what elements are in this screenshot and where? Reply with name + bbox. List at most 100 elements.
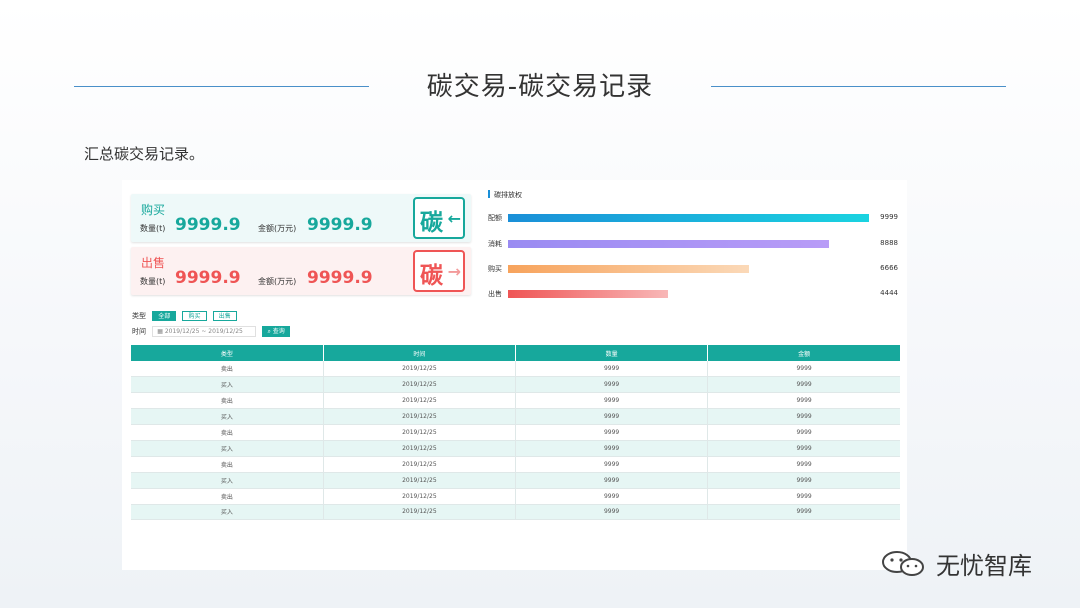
bar-fill (508, 214, 869, 222)
cell-time: 2019/12/25 (323, 424, 517, 441)
watermark: 无忧智库 (880, 546, 1032, 581)
cell-time: 2019/12/25 (323, 392, 517, 410)
cell-quantity: 9999 (515, 361, 709, 378)
bar-row: 购买 6666 (488, 264, 898, 274)
carbon-out-icon: 碳 → (413, 250, 465, 292)
cell-time: 2019/12/25 (323, 488, 517, 505)
bar-fill (508, 265, 749, 273)
cell-quantity: 9999 (515, 440, 709, 457)
table-row[interactable]: 卖出 2019/12/25 9999 9999 (131, 424, 900, 441)
buy-card-title: 购买 (141, 203, 166, 217)
bar-row: 配额 9999 (488, 213, 898, 223)
query-button-label: 查询 (272, 328, 285, 335)
sell-qty-label: 数量(t) (140, 277, 166, 286)
cell-time: 2019/12/25 (323, 440, 517, 457)
cell-type: 买入 (131, 408, 324, 426)
cell-amount: 9999 (707, 408, 900, 426)
cell-time: 2019/12/25 (323, 456, 517, 473)
query-button[interactable]: ⌕ 查询 (262, 326, 290, 337)
buy-qty-value: 9999.9 (175, 215, 241, 235)
cell-type: 买入 (131, 440, 324, 457)
screenshot-panel: 购买 数量(t) 9999.9 金额(万元) 9999.9 碳 ← 出售 数量(… (122, 180, 907, 570)
watermark-text: 无忧智库 (936, 552, 1032, 580)
cell-time: 2019/12/25 (323, 361, 517, 378)
column-header-amount[interactable]: 金额 (707, 345, 900, 361)
bar-value: 4444 (880, 289, 898, 297)
cell-amount: 9999 (707, 392, 900, 410)
buy-amount-value: 9999.9 (307, 215, 373, 235)
cell-quantity: 9999 (515, 504, 709, 521)
type-filter-label: 类型 (132, 312, 146, 320)
bar-label: 出售 (488, 290, 502, 298)
sell-amount-label: 金额(万元) (258, 277, 297, 286)
cell-quantity: 9999 (515, 392, 709, 410)
page-subtitle: 汇总碳交易记录。 (84, 145, 205, 163)
table-row[interactable]: 买入 2019/12/25 9999 9999 (131, 408, 900, 426)
carbon-glyph: 碳 (420, 262, 443, 289)
cell-type: 卖出 (131, 361, 324, 378)
carbon-glyph: 碳 (420, 209, 443, 236)
cell-amount: 9999 (707, 361, 900, 378)
table-row[interactable]: 卖出 2019/12/25 9999 9999 (131, 361, 900, 378)
cell-quantity: 9999 (515, 456, 709, 473)
cell-amount: 9999 (707, 376, 900, 394)
bar-value: 6666 (880, 264, 898, 272)
table-row[interactable]: 买入 2019/12/25 9999 9999 (131, 504, 900, 521)
table-row[interactable]: 买入 2019/12/25 9999 9999 (131, 376, 900, 394)
cell-amount: 9999 (707, 456, 900, 473)
cell-amount: 9999 (707, 440, 900, 457)
column-header-type[interactable]: 类型 (131, 345, 324, 361)
cell-type: 买入 (131, 376, 324, 394)
table-header-row: 类型 时间 数量 金额 (131, 345, 900, 361)
cell-type: 买入 (131, 472, 324, 489)
table-row[interactable]: 卖出 2019/12/25 9999 9999 (131, 392, 900, 410)
cell-time: 2019/12/25 (323, 504, 517, 521)
arrow-right-icon: → (447, 262, 461, 281)
table-row[interactable]: 卖出 2019/12/25 9999 9999 (131, 488, 900, 505)
bar-fill (508, 290, 669, 298)
buy-amount-label: 金额(万元) (258, 224, 297, 233)
time-filter-label: 时间 (132, 327, 146, 336)
filter-chip-sell[interactable]: 出售 (212, 311, 237, 321)
bar-row: 出售 4444 (488, 289, 898, 299)
cell-quantity: 9999 (515, 488, 709, 505)
page-title: 碳交易-碳交易记录 (426, 72, 654, 102)
bar-label: 消耗 (488, 240, 502, 248)
bar-fill (508, 240, 829, 248)
table-row[interactable]: 卖出 2019/12/25 9999 9999 (131, 456, 900, 473)
table-row[interactable]: 买入 2019/12/25 9999 9999 (131, 440, 900, 457)
buy-qty-label: 数量(t) (140, 224, 166, 233)
sell-qty-value: 9999.9 (175, 268, 241, 288)
bar-value: 8888 (880, 239, 898, 247)
cell-amount: 9999 (707, 488, 900, 505)
filter-chip-buy[interactable]: 购买 (182, 311, 207, 321)
time-filter-row: 时间 ▦ 2019/12/25 ~ 2019/12/25 ⌕ 查询 (132, 326, 290, 337)
sell-card-title: 出售 (141, 256, 166, 270)
arrow-left-icon: ← (447, 209, 461, 228)
wechat-icon (880, 550, 930, 578)
cell-type: 卖出 (131, 424, 324, 441)
cell-quantity: 9999 (515, 408, 709, 426)
bar-label: 配额 (488, 214, 502, 222)
cell-time: 2019/12/25 (323, 408, 517, 426)
emission-rights-title: 碳排放权 (488, 190, 522, 200)
cell-time: 2019/12/25 (323, 472, 517, 489)
buy-summary-card: 购买 数量(t) 9999.9 金额(万元) 9999.9 碳 ← (131, 194, 471, 242)
sell-amount-value: 9999.9 (307, 268, 373, 288)
title-divider-right (711, 86, 1006, 87)
date-range-picker[interactable]: ▦ 2019/12/25 ~ 2019/12/25 (152, 326, 257, 337)
search-icon: ⌕ (267, 328, 271, 335)
title-divider-left (74, 86, 369, 87)
table-row[interactable]: 买入 2019/12/25 9999 9999 (131, 472, 900, 489)
cell-amount: 9999 (707, 504, 900, 521)
column-header-quantity[interactable]: 数量 (515, 345, 709, 361)
date-range-value: 2019/12/25 ~ 2019/12/25 (164, 328, 243, 335)
column-header-time[interactable]: 时间 (323, 345, 517, 361)
calendar-icon: ▦ (157, 328, 163, 335)
sell-summary-card: 出售 数量(t) 9999.9 金额(万元) 9999.9 碳 → (131, 247, 471, 295)
filter-chip-all[interactable]: 全部 (152, 311, 177, 321)
cell-quantity: 9999 (515, 376, 709, 394)
cell-amount: 9999 (707, 472, 900, 489)
trade-records-table: 类型 时间 数量 金额 卖出 2019/12/25 9999 9999 买入 2019/1… (131, 345, 900, 521)
cell-type: 卖出 (131, 456, 324, 473)
